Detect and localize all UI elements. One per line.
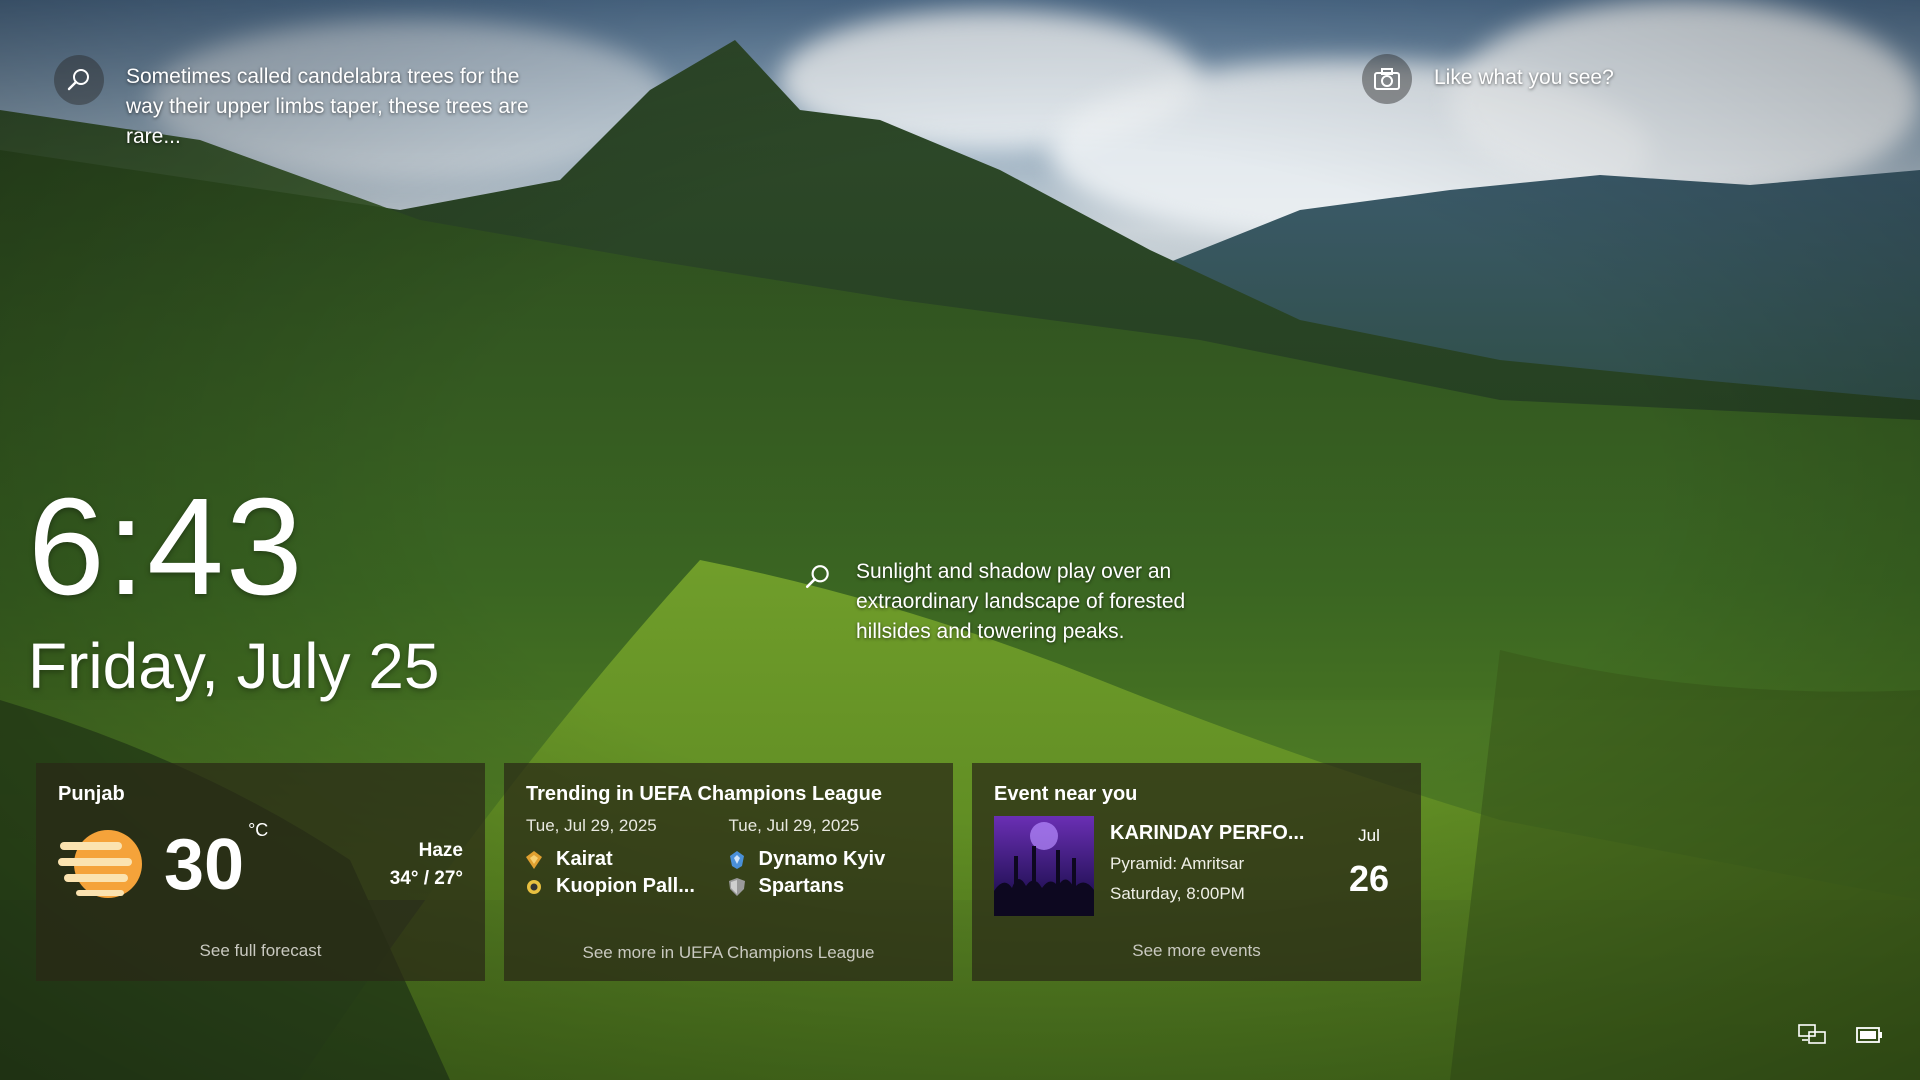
trending-title: Trending in UEFA Champions League	[526, 783, 882, 805]
match-2[interactable]: Tue, Jul 29, 2025 Dynamo Kyiv Spartans	[728, 816, 932, 902]
event-card-title: Event near you	[994, 783, 1138, 805]
weather-location: Punjab	[58, 783, 125, 805]
kuopion-crest-icon	[527, 879, 541, 894]
match-1[interactable]: Tue, Jul 29, 2025 Kairat Kuopion Pall...	[526, 816, 729, 902]
match-date: Tue, Jul 29, 2025	[728, 816, 860, 835]
team-name: Kuopion Pall...	[556, 875, 695, 897]
weather-condition: Haze	[418, 840, 463, 861]
weather-card[interactable]: Punjab 30 °C Haze 34° / 27° See full for…	[36, 763, 485, 981]
hotspot-center[interactable]: Sunlight and shadow play over an extraor…	[804, 557, 1244, 647]
event-venue: Pyramid: Amritsar	[1110, 854, 1245, 873]
shield-icon	[728, 877, 745, 896]
event-card[interactable]: Event near you KARINDAY PERFO... Pyramid…	[972, 763, 1421, 981]
event-day: 26	[1348, 858, 1390, 899]
kairat-crest-icon	[526, 850, 542, 869]
see-more-events-link[interactable]: See more events	[972, 941, 1421, 961]
concert-crowd-image	[994, 822, 1094, 916]
team-name: Kairat	[556, 848, 613, 870]
event-name: KARINDAY PERFO...	[1110, 822, 1305, 844]
hotspot-text[interactable]: Like what you see?	[1434, 63, 1614, 93]
see-full-forecast-link[interactable]: See full forecast	[36, 941, 485, 961]
event-time: Saturday, 8:00PM	[1110, 884, 1245, 903]
battery-icon[interactable]	[1856, 1024, 1884, 1046]
event-month: Jul	[1358, 826, 1380, 845]
team-name: Dynamo Kyiv	[758, 848, 886, 870]
hotspot-top-right[interactable]: Like what you see?	[1362, 54, 1614, 104]
match-date: Tue, Jul 29, 2025	[526, 816, 657, 835]
hotspot-text[interactable]: Sunlight and shadow play over an extraor…	[856, 557, 1244, 647]
search-icon[interactable]	[804, 557, 832, 597]
team-name: Spartans	[758, 875, 845, 897]
clock-time: 6:43	[28, 470, 305, 624]
network-icon[interactable]	[1798, 1024, 1826, 1046]
camera-icon[interactable]	[1362, 54, 1412, 104]
see-more-uefa-link[interactable]: See more in UEFA Champions League	[504, 943, 953, 963]
weather-high-low: 34° / 27°	[389, 868, 463, 889]
hotspot-text[interactable]: Sometimes called candelabra trees for th…	[126, 62, 534, 152]
search-icon[interactable]	[54, 55, 104, 105]
dynamo-kyiv-crest-icon	[729, 850, 744, 869]
haze-sun-icon	[58, 830, 142, 898]
clock-date: Friday, July 25	[28, 630, 440, 702]
weather-unit: °C	[248, 820, 269, 840]
trending-card[interactable]: Trending in UEFA Champions League Tue, J…	[504, 763, 953, 981]
hotspot-top-left[interactable]: Sometimes called candelabra trees for th…	[54, 55, 534, 152]
event-thumbnail[interactable]	[994, 816, 1094, 916]
weather-temperature: 30	[164, 825, 245, 905]
